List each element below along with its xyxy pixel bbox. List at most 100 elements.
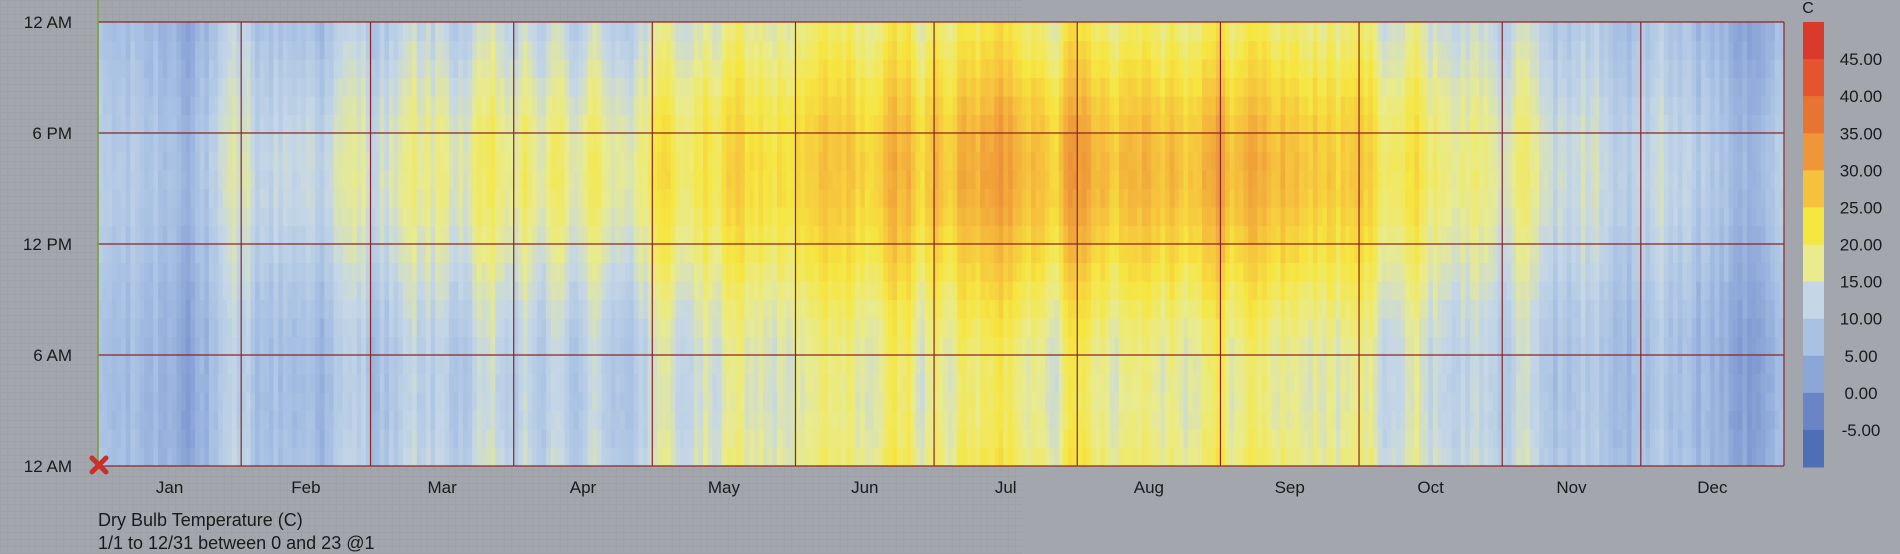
heatmap-cell xyxy=(527,59,533,79)
heatmap-cell xyxy=(190,59,196,79)
heatmap-cell xyxy=(153,447,159,467)
heatmap-cell xyxy=(490,262,496,282)
heatmap-cell xyxy=(162,318,168,338)
heatmap-cell xyxy=(449,373,455,393)
heatmap-cell xyxy=(841,262,847,282)
heatmap-cell xyxy=(675,22,681,42)
heatmap-cell xyxy=(264,373,270,393)
heatmap-cell xyxy=(934,336,940,356)
heatmap-cell xyxy=(763,318,769,338)
heatmap-cell xyxy=(98,114,104,134)
heatmap-cell xyxy=(716,77,723,97)
heatmap-cell xyxy=(458,281,464,301)
heatmap-cell xyxy=(753,225,760,245)
heatmap-cell xyxy=(462,373,469,393)
heatmap-cell xyxy=(680,40,686,60)
heatmap-cell xyxy=(393,59,399,79)
heatmap-cell xyxy=(518,281,524,301)
heatmap-cell xyxy=(153,151,159,171)
heatmap-cell xyxy=(661,40,667,60)
heatmap-cell xyxy=(606,429,612,449)
heatmap-cell xyxy=(499,299,506,319)
heatmap-cell xyxy=(347,77,353,97)
heatmap-cell xyxy=(255,244,261,264)
heatmap-cell xyxy=(587,225,593,245)
heatmap-cell xyxy=(1007,429,1014,449)
heatmap-cell xyxy=(994,96,1000,116)
heatmap-cell xyxy=(273,392,279,412)
heatmap-cell xyxy=(111,77,118,97)
heatmap-cell xyxy=(116,373,122,393)
heatmap-cell xyxy=(102,299,108,319)
heatmap-cell xyxy=(716,392,723,412)
heatmap-cell xyxy=(98,77,104,97)
heatmap-cell xyxy=(167,225,173,245)
heatmap-cell xyxy=(204,151,210,171)
heatmap-cell xyxy=(559,77,566,97)
heatmap-cell xyxy=(541,262,547,282)
heatmap-cell xyxy=(199,299,205,319)
heatmap-cell xyxy=(421,151,427,171)
heatmap-cell xyxy=(324,114,330,134)
heatmap-cell xyxy=(666,96,672,116)
heatmap-cell xyxy=(199,170,205,190)
heatmap-cell xyxy=(827,225,834,245)
heatmap-cell xyxy=(158,410,164,430)
heatmap-cell xyxy=(185,373,191,393)
heatmap-cell xyxy=(259,373,265,393)
heatmap-cell xyxy=(578,188,584,208)
heatmap-cell xyxy=(435,318,441,338)
heatmap-cell xyxy=(504,429,510,449)
heatmap-cell xyxy=(546,133,552,153)
heatmap-cell xyxy=(338,410,344,430)
heatmap-cell xyxy=(296,447,302,467)
heatmap-cell xyxy=(555,262,561,282)
heatmap-cell xyxy=(786,244,792,264)
heatmap-cell xyxy=(490,392,496,412)
heatmap-cell xyxy=(818,225,824,245)
heatmap-cell xyxy=(1044,114,1051,134)
heatmap-cell xyxy=(910,188,917,208)
heatmap-cell xyxy=(809,225,815,245)
heatmap-cell xyxy=(550,336,556,356)
heatmap-cell xyxy=(125,22,131,42)
heatmap-cell xyxy=(615,40,621,60)
heatmap-cell xyxy=(638,40,644,60)
heatmap-cell xyxy=(379,336,385,356)
heatmap-cell xyxy=(693,299,700,319)
heatmap-cell xyxy=(813,373,820,393)
heatmap-cell xyxy=(818,262,824,282)
heatmap-cell xyxy=(130,59,136,79)
heatmap-cell xyxy=(532,392,538,412)
heatmap-cell xyxy=(1031,410,1037,430)
heatmap-cell xyxy=(301,410,307,430)
heatmap-cell xyxy=(966,96,972,116)
heatmap-cell xyxy=(587,170,593,190)
heatmap-cell xyxy=(425,207,432,227)
heatmap-cell xyxy=(227,133,233,153)
heatmap-cell xyxy=(158,299,164,319)
heatmap-cell xyxy=(472,429,478,449)
heatmap-cell xyxy=(758,336,764,356)
heatmap-cell xyxy=(846,373,852,393)
heatmap-cell xyxy=(347,170,353,190)
heatmap-cell xyxy=(139,133,145,153)
heatmap-cell xyxy=(740,373,746,393)
heatmap-cell xyxy=(767,318,773,338)
heatmap-cell xyxy=(305,22,312,42)
heatmap-cell xyxy=(675,114,681,134)
heatmap-cell xyxy=(1054,410,1060,430)
heatmap-cell xyxy=(592,410,598,430)
heatmap-cell xyxy=(513,281,519,301)
heatmap-cell xyxy=(384,447,390,467)
heatmap-cell xyxy=(777,244,783,264)
heatmap-cell xyxy=(486,355,492,375)
heatmap-cell xyxy=(615,133,621,153)
heatmap-cell xyxy=(901,40,907,60)
heatmap-cell xyxy=(518,207,524,227)
heatmap-cell xyxy=(910,244,917,264)
heatmap-cell xyxy=(384,170,390,190)
heatmap-cell xyxy=(693,225,700,245)
heatmap-cell xyxy=(144,77,150,97)
heatmap-cell xyxy=(975,447,981,467)
